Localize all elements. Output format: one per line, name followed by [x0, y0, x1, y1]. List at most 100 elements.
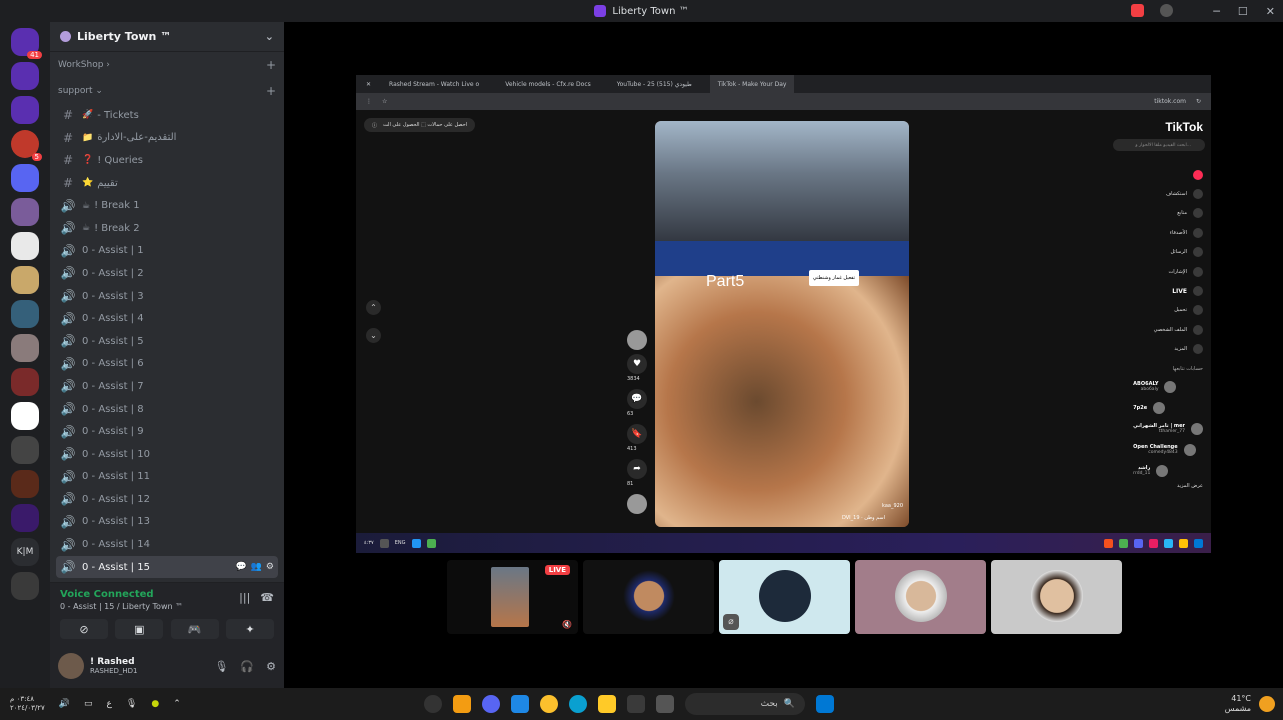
category-workshop[interactable]: WorkShop › +	[50, 52, 284, 78]
speaker-icon: 🔊	[60, 402, 76, 417]
chevron-up-icon[interactable]: ⌃	[173, 699, 181, 709]
volume-off-icon[interactable]: 🔇	[562, 620, 572, 629]
server-icon[interactable]	[11, 504, 39, 532]
avatar[interactable]	[58, 653, 84, 679]
channel-item[interactable]: 🔊 0 - Assist | 2	[50, 262, 284, 285]
server-icon[interactable]	[11, 402, 39, 430]
speaker-icon: 🔊	[60, 469, 76, 484]
store-icon[interactable]	[627, 695, 645, 713]
taskbar-app-icon[interactable]	[656, 695, 674, 713]
channel-item[interactable]: 🔊 0 - Assist | 6	[50, 353, 284, 376]
channel-item[interactable]: 🔊 0 - Assist | 14	[50, 533, 284, 556]
channel-item[interactable]: 🔊 0 - Assist | 13	[50, 511, 284, 534]
channel-item[interactable]: # 🚀 - Tickets	[50, 104, 284, 127]
microphone-icon[interactable]: 🎙	[214, 660, 228, 673]
server-icon[interactable]	[11, 300, 39, 328]
remote-app-icon	[1104, 538, 1113, 548]
close-button[interactable]: ✕	[1266, 5, 1275, 18]
hashtag-icon: #	[62, 153, 74, 168]
soundboard-button[interactable]: ✦	[225, 619, 274, 639]
server-icon[interactable]: 5	[11, 130, 42, 161]
language-icon[interactable]: ع	[107, 699, 112, 709]
server-folder-icon[interactable]	[11, 164, 39, 192]
inbox-icon[interactable]	[1131, 4, 1144, 17]
server-icon[interactable]	[11, 266, 39, 294]
channel-item[interactable]: # ❓! Queries	[50, 149, 284, 172]
server-icon[interactable]	[11, 198, 39, 226]
maximize-button[interactable]: ☐	[1238, 5, 1248, 18]
taskbar-app-icon[interactable]	[424, 695, 442, 713]
category-support[interactable]: support ⌄ +	[50, 78, 284, 104]
discord-icon[interactable]	[482, 695, 500, 713]
server-icon[interactable]	[11, 232, 39, 260]
channel-item[interactable]: 🔊 0 - Assist | 1	[50, 240, 284, 263]
clock[interactable]: ٠٣:٤٨ م ٢٠٢٤/٠٣/٢٧	[10, 695, 45, 713]
start-icon[interactable]	[816, 695, 834, 713]
activities-button[interactable]: 🎮	[170, 619, 219, 639]
channel-item[interactable]: 🔊 0 - Assist | 7	[50, 375, 284, 398]
channel-item[interactable]: 🔊 0 - Assist | 9	[50, 420, 284, 443]
channel-item[interactable]: 🔊 0 - Assist | 8	[50, 398, 284, 421]
chat-icon[interactable]: 💬	[235, 562, 246, 572]
server-icon[interactable]	[11, 436, 39, 464]
channel-item[interactable]: 🔊 0 - Assist | 4	[50, 307, 284, 330]
speaker-icon: 🔊	[60, 266, 76, 281]
network-icon[interactable]: ▭	[84, 699, 93, 709]
channel-item[interactable]: # ⭐ تقييم	[50, 172, 284, 195]
microphone-tray-icon[interactable]: 🎙	[126, 699, 137, 709]
server-icon-home[interactable]: 41	[11, 28, 42, 59]
volume-icon[interactable]: 🔊	[59, 699, 70, 709]
chevron-up-icon: ⌃	[366, 300, 381, 315]
channel-item[interactable]: # 📁 التقديم-على-الادارة	[50, 127, 284, 150]
stream-tile[interactable]: LIVE 🔇	[447, 560, 578, 634]
noise-suppression-icon[interactable]: |||	[239, 591, 250, 604]
channel-item[interactable]: 🔊 ☕! Break 2	[50, 217, 284, 240]
settings-icon[interactable]: ⚙	[266, 562, 274, 572]
taskbar-search[interactable]: بحث 🔍	[685, 693, 805, 715]
taskbar-app-icon[interactable]	[511, 695, 529, 713]
gear-icon[interactable]: ⚙	[266, 660, 276, 673]
chrome-icon[interactable]	[540, 695, 558, 713]
shared-screen[interactable]: ✕ Rashed Stream - Watch Live o Vehicle m…	[356, 75, 1211, 553]
channel-item[interactable]: 🔊 0 - Assist | 11	[50, 466, 284, 489]
mic-off-icon: ⌀	[723, 614, 739, 630]
camera-off-button[interactable]: ⊘	[60, 619, 108, 639]
channel-item[interactable]: 🔊 ☕! Break 1	[50, 194, 284, 217]
server-icon[interactable]	[11, 62, 39, 90]
server-icon[interactable]	[11, 334, 39, 362]
participant-tile[interactable]	[583, 560, 714, 634]
help-icon[interactable]	[1160, 4, 1173, 17]
file-explorer-icon[interactable]	[598, 695, 616, 713]
server-icon[interactable]	[11, 470, 39, 498]
taskbar-app-icon[interactable]	[453, 695, 471, 713]
server-icon[interactable]	[11, 96, 39, 124]
server-header[interactable]: Liberty Town ™ ⌄	[50, 22, 284, 52]
chevron-down-icon[interactable]: ⌄	[265, 30, 274, 43]
headphones-icon[interactable]: 🎧	[240, 660, 254, 673]
author-avatar	[627, 330, 647, 350]
server-icon[interactable]	[11, 368, 39, 396]
add-channel-icon[interactable]: +	[266, 84, 276, 98]
following-account: Open Challenge comedy4843	[1133, 439, 1203, 460]
server-icon[interactable]	[11, 572, 39, 600]
edge-icon[interactable]	[569, 695, 587, 713]
sound-avatar	[627, 494, 647, 514]
add-channel-icon[interactable]: +	[266, 58, 276, 72]
channel-item[interactable]: 🔊 0 - Assist | 12	[50, 488, 284, 511]
invite-icon[interactable]: 👥	[251, 562, 262, 572]
participant-tile[interactable]	[991, 560, 1122, 634]
participant-tile[interactable]	[855, 560, 986, 634]
minimize-button[interactable]: ─	[1213, 5, 1220, 18]
tray-app-icon[interactable]: ●	[151, 699, 159, 709]
server-icon[interactable]: K|M	[11, 538, 39, 566]
participant-tile[interactable]: ⌀	[719, 560, 850, 634]
voice-status[interactable]: Voice Connected	[60, 589, 154, 600]
channel-item[interactable]: 🔊 0 - Assist | 5	[50, 330, 284, 353]
speaker-icon: 🔊	[60, 221, 76, 236]
disconnect-icon[interactable]: ☎	[260, 591, 274, 604]
channel-item[interactable]: 🔊 0 - Assist | 3	[50, 285, 284, 308]
screen-share-button[interactable]: ▣	[115, 619, 164, 639]
channel-active[interactable]: 🔊 0 - Assist | 15 💬 👥 ⚙	[56, 555, 278, 579]
channel-item[interactable]: 🔊 0 - Assist | 10	[50, 443, 284, 466]
weather-widget[interactable]: 41°C مشمس	[1225, 694, 1251, 714]
